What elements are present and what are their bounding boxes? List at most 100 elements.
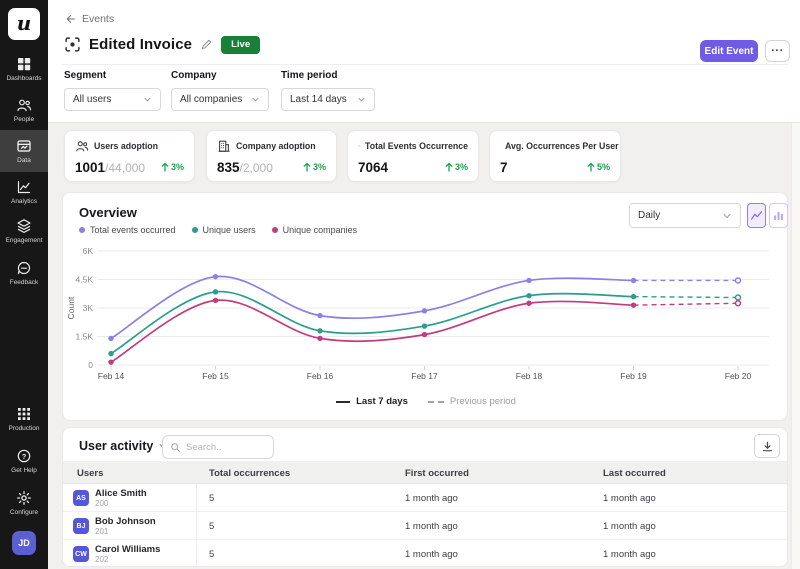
dashboards-icon <box>16 56 32 72</box>
stat-card-users-adoption[interactable]: Users adoption 1001/44,000 3% <box>64 130 195 182</box>
data-icon <box>16 138 32 154</box>
stat-card-change: 3% <box>303 162 326 172</box>
column-header-last-occurred[interactable]: Last occurred <box>603 468 666 479</box>
column-header-users[interactable]: Users <box>77 468 103 479</box>
sidebar-item-configure[interactable]: Configure <box>0 490 48 516</box>
legend-label: Unique companies <box>283 225 358 235</box>
gear-icon <box>16 490 32 506</box>
feedback-icon <box>16 260 32 276</box>
sidebar-label-people: People <box>14 116 34 123</box>
legend-item-unique-users[interactable]: Unique users <box>192 225 256 235</box>
bar-chart-icon <box>772 209 785 222</box>
filter-time-period: Time period Last 14 days <box>281 70 375 111</box>
user-avatar-initials: CW <box>73 546 89 562</box>
legend-dot <box>79 227 85 233</box>
svg-text:3K: 3K <box>83 303 94 313</box>
scrollbar[interactable] <box>791 123 800 569</box>
cell-first-occurred: 1 month ago <box>405 493 458 504</box>
sidebar-item-feedback[interactable]: Feedback <box>0 260 48 286</box>
segment-select-value: All users <box>73 94 111 105</box>
table-row[interactable]: CW Carol Williams 202 5 1 month ago 1 mo… <box>63 540 788 567</box>
time-period-select-value: Last 14 days <box>290 94 347 105</box>
sidebar-item-people[interactable]: People <box>0 97 48 123</box>
dashed-line-sample <box>428 401 444 403</box>
sidebar-label-get-help: Get Help <box>11 467 37 474</box>
app-logo[interactable]: u <box>8 8 40 40</box>
overview-panel: Overview Daily Total events occurred Uni… <box>62 192 788 421</box>
stat-card-value: 1001 <box>75 160 105 175</box>
stat-card-total-events[interactable]: Total Events Occurrence 7064 3% <box>347 130 479 182</box>
user-id: 201 <box>95 527 108 536</box>
stat-card-denominator: /44,000 <box>105 161 145 175</box>
sidebar-label-engagement: Engagement <box>6 237 43 244</box>
cell-last-occurred: 1 month ago <box>603 549 656 560</box>
sidebar: u Dashboards People Data Analytics Engag… <box>0 0 48 569</box>
user-avatar[interactable]: JD <box>12 531 36 555</box>
legend-dot <box>192 227 198 233</box>
legend-item-total-events[interactable]: Total events occurred <box>79 225 176 235</box>
stat-card-avg-occurrences[interactable]: Avg. Occurrences Per User 7 5% <box>489 130 621 182</box>
company-select[interactable]: All companies <box>171 88 269 111</box>
chevron-down-icon <box>357 95 366 104</box>
table-row[interactable]: BJ Bob Johnson 201 5 1 month ago 1 month… <box>63 512 788 540</box>
stat-card-denominator: /2,000 <box>240 161 273 175</box>
legend-label: Unique users <box>203 225 256 235</box>
column-header-total-occurrences[interactable]: Total occurrences <box>209 468 290 479</box>
search-input[interactable] <box>186 442 266 453</box>
sidebar-label-feedback: Feedback <box>10 279 39 286</box>
stat-card-title: Avg. Occurrences Per User <box>505 141 619 151</box>
company-filter-label: Company <box>171 70 269 81</box>
filter-company: Company All companies <box>171 70 269 111</box>
granularity-select-value: Daily <box>638 210 660 221</box>
sidebar-item-dashboards[interactable]: Dashboards <box>0 56 48 82</box>
segment-select[interactable]: All users <box>64 88 161 111</box>
stat-card-value: 7 <box>500 160 508 175</box>
sidebar-item-analytics[interactable]: Analytics <box>0 179 48 205</box>
user-name[interactable]: Bob Johnson <box>95 516 156 527</box>
user-activity-title[interactable]: User activity <box>79 439 168 453</box>
search-icon <box>170 442 181 453</box>
sidebar-item-production[interactable]: Production <box>0 406 48 432</box>
company-select-value: All companies <box>180 94 242 105</box>
bar-chart-toggle-button[interactable] <box>769 203 788 228</box>
edit-pencil-icon[interactable] <box>200 38 213 51</box>
stat-card-company-adoption[interactable]: Company adoption 835/2,000 3% <box>206 130 337 182</box>
sidebar-item-get-help[interactable]: ? Get Help <box>0 448 48 474</box>
page-title-row: Edited Invoice Live <box>64 36 260 54</box>
download-icon <box>761 440 774 453</box>
svg-text:?: ? <box>22 452 27 461</box>
time-period-select[interactable]: Last 14 days <box>281 88 375 111</box>
segment-filter-label: Segment <box>64 70 161 81</box>
user-name[interactable]: Carol Williams <box>95 544 160 555</box>
back-link-label: Events <box>82 13 114 25</box>
analytics-icon <box>16 179 32 195</box>
status-badge-live: Live <box>221 36 260 54</box>
sidebar-label-production: Production <box>8 425 39 432</box>
line-chart-toggle-button[interactable] <box>747 203 766 228</box>
chart-legend: Total events occurred Unique users Uniqu… <box>79 225 357 235</box>
user-id: 202 <box>95 555 108 564</box>
stat-card-value: 835 <box>217 160 240 175</box>
main-area: Events Edited Invoice Live Edit Event ··… <box>48 0 800 569</box>
user-name[interactable]: Alice Smith <box>95 488 147 499</box>
table-row[interactable]: AS Alice Smith 200 5 1 month ago 1 month… <box>63 484 788 512</box>
download-button[interactable] <box>754 434 780 458</box>
line-chart[interactable]: 01.5K3K4.5K6KCountFeb 14Feb 15Feb 16Feb … <box>63 243 789 391</box>
granularity-select[interactable]: Daily <box>629 203 741 228</box>
page-title: Edited Invoice <box>89 36 192 53</box>
up-arrow-icon <box>161 162 169 172</box>
more-options-button[interactable]: ··· <box>765 40 790 62</box>
footer-legend-previous: Previous period <box>428 396 516 407</box>
back-to-events-link[interactable]: Events <box>63 13 114 25</box>
column-header-first-occurred[interactable]: First occurred <box>405 468 469 479</box>
sidebar-label-data: Data <box>17 157 31 164</box>
sidebar-item-data[interactable]: Data <box>0 130 48 172</box>
edit-event-button[interactable]: Edit Event <box>700 40 758 62</box>
stat-card-title: Company adoption <box>236 141 316 151</box>
engagement-icon <box>16 218 32 234</box>
legend-label: Total events occurred <box>90 225 176 235</box>
stat-card-value: 7064 <box>358 160 388 175</box>
legend-item-unique-companies[interactable]: Unique companies <box>272 225 358 235</box>
people-icon <box>16 97 32 113</box>
sidebar-item-engagement[interactable]: Engagement <box>0 218 48 244</box>
